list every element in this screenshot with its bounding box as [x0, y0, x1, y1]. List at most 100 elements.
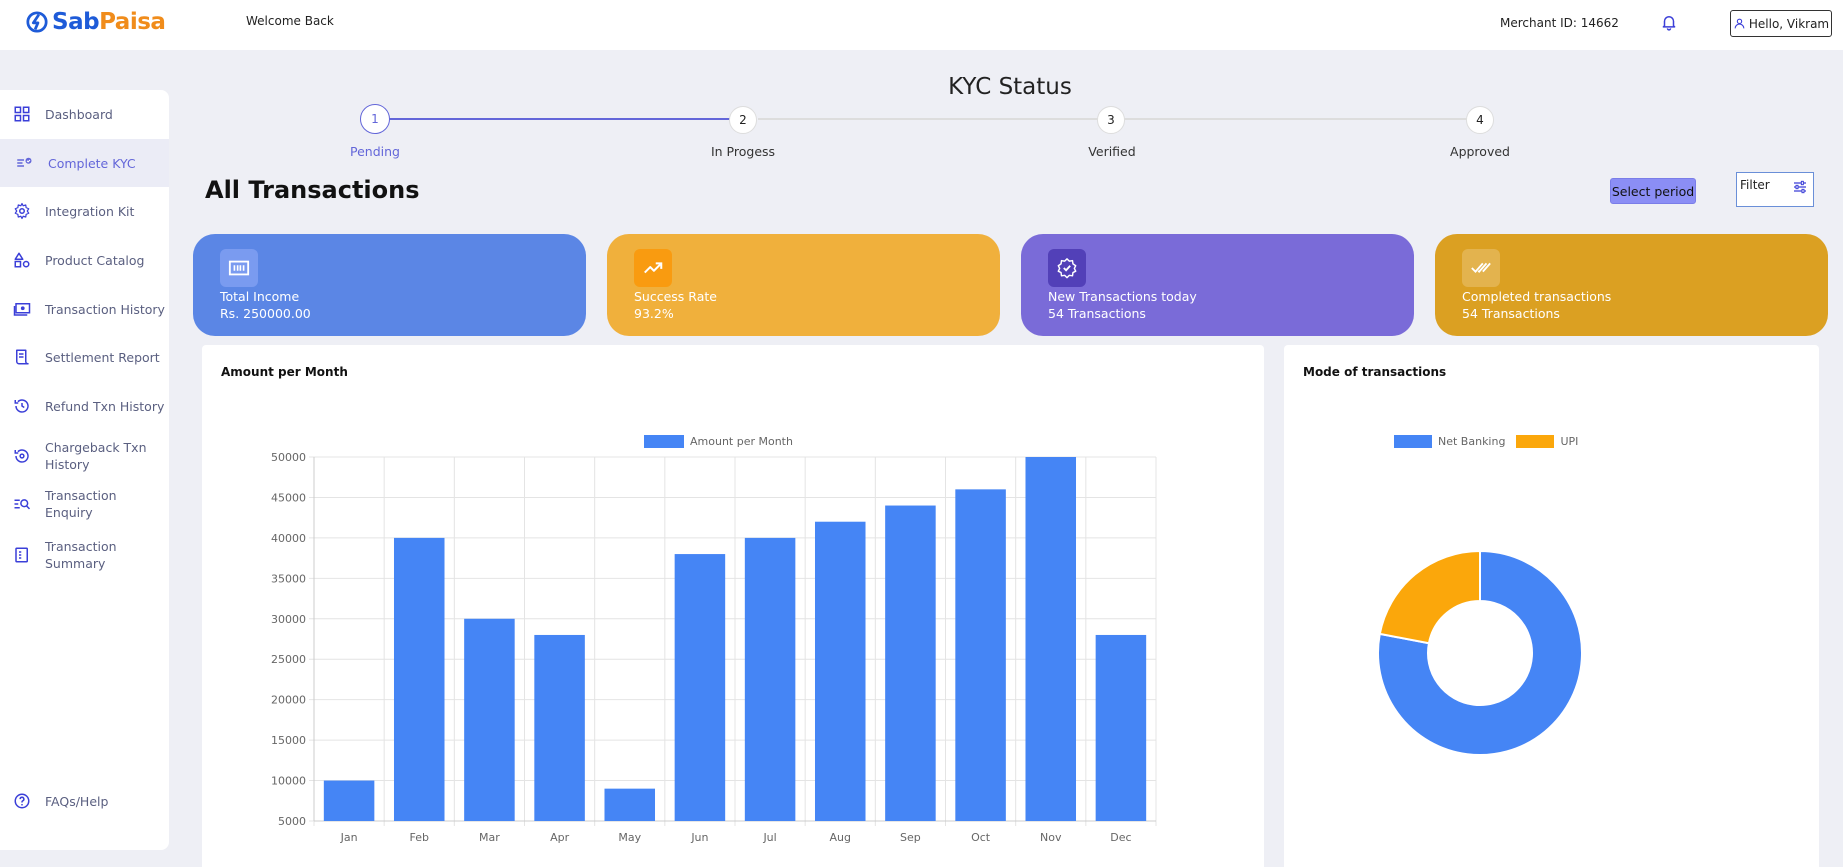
stat-card-total-income: Total Income Rs. 250000.00: [193, 234, 586, 336]
welcome-text: Welcome Back: [246, 14, 334, 28]
y-tick-label: 10000: [271, 775, 306, 788]
kyc-step-4: 4: [1466, 106, 1494, 134]
sidebar-item-label: Product Catalog: [45, 252, 145, 268]
bar-jul[interactable]: [744, 537, 796, 821]
bar-apr[interactable]: [534, 634, 585, 821]
user-icon: [1734, 18, 1745, 29]
summary-icon: [12, 545, 32, 565]
all-transactions-title: All Transactions: [205, 176, 420, 204]
merchant-id: Merchant ID: 14662: [1500, 16, 1619, 30]
receipt-icon: [12, 347, 32, 367]
x-tick-label: Nov: [1040, 831, 1062, 844]
kyc-step-1: 1: [360, 104, 390, 134]
stat-card-success-rate: Success Rate 93.2%: [607, 234, 1000, 336]
history-icon: [12, 396, 32, 416]
x-tick-label: Apr: [550, 831, 570, 844]
shapes-icon: [12, 250, 32, 270]
bar-jan[interactable]: [323, 780, 375, 821]
sidebar-item-label: FAQs/Help: [45, 793, 109, 809]
sidebar-item-chargeback-txn-history[interactable]: Chargeback Txn History: [0, 431, 169, 481]
help-icon: [12, 791, 32, 811]
sidebar-item-refund-txn-history[interactable]: Refund Txn History: [0, 382, 169, 430]
sidebar-item-transaction-enquiry[interactable]: Transaction Enquiry: [0, 480, 169, 528]
sabpaisa-logo[interactable]: SabPaisa: [26, 8, 166, 36]
kyc-step-label-pending: Pending: [350, 144, 400, 159]
user-menu-button[interactable]: Hello, Vikram: [1730, 10, 1832, 37]
y-tick-label: 35000: [271, 572, 306, 585]
stat-card-value: Rs. 250000.00: [220, 306, 311, 321]
grid-icon: [12, 104, 32, 124]
y-tick-label: 15000: [271, 734, 306, 747]
bar-aug[interactable]: [814, 521, 866, 821]
sidebar-item-faqs-help[interactable]: FAQs/Help: [0, 777, 169, 825]
bar-sep[interactable]: [885, 505, 936, 821]
y-tick-label: 40000: [271, 532, 306, 545]
stat-card-value: 93.2%: [634, 306, 674, 321]
money-icon: [220, 249, 258, 287]
x-tick-label: Dec: [1110, 831, 1131, 844]
slice-upi[interactable]: [1378, 549, 1481, 645]
sidebar-item-label: Integration Kit: [45, 203, 135, 219]
user-greeting: Hello, Vikram: [1748, 16, 1830, 31]
logo-text-sab: Sab: [52, 9, 100, 35]
y-tick-label: 25000: [271, 653, 306, 666]
kyc-status-title: KYC Status: [948, 74, 1072, 100]
sidebar-item-transaction-summary[interactable]: Transaction Summary: [0, 530, 169, 580]
filter-select[interactable]: Filter: [1736, 172, 1814, 207]
sidebar-item-label: Refund Txn History: [45, 398, 165, 414]
sidebar: Dashboard Complete KYC Integration Kit P…: [0, 90, 169, 850]
y-tick-label: 45000: [271, 491, 306, 504]
stat-card-value: 54 Transactions: [1048, 306, 1146, 321]
x-tick-label: Mar: [479, 831, 500, 844]
bar-oct[interactable]: [955, 489, 1006, 821]
sidebar-item-settlement-report[interactable]: Settlement Report: [0, 333, 169, 381]
kyc-step-2: 2: [729, 106, 757, 134]
gear-icon: [12, 201, 32, 221]
y-tick-label: 20000: [271, 694, 306, 707]
bar-nov[interactable]: [1025, 457, 1077, 821]
kyc-icon: [14, 153, 34, 173]
kyc-progress-line-done: [388, 118, 743, 120]
trend-up-icon: [634, 249, 672, 287]
stat-card-completed-transactions: Completed transactions 54 Transactions: [1435, 234, 1828, 336]
bar-may[interactable]: [604, 788, 656, 821]
sidebar-item-complete-kyc[interactable]: Complete KYC: [0, 139, 169, 187]
cash-icon: [12, 299, 32, 319]
x-tick-label: Aug: [830, 831, 851, 844]
sidebar-item-label: Settlement Report: [45, 349, 160, 365]
bar-dec[interactable]: [1095, 634, 1147, 821]
bar-mar[interactable]: [464, 618, 515, 821]
mode-of-transactions-panel: Mode of transactions Net Banking UPI: [1284, 345, 1819, 867]
kyc-step-label-in-progress: In Progess: [710, 144, 776, 159]
sidebar-item-product-catalog[interactable]: Product Catalog: [0, 236, 169, 284]
select-period-button[interactable]: Select period: [1610, 178, 1696, 204]
kyc-step-3: 3: [1097, 106, 1125, 134]
x-tick-label: May: [618, 831, 641, 844]
bar-jun[interactable]: [674, 554, 726, 821]
top-bar: SabPaisa Welcome Back Merchant ID: 14662…: [0, 0, 1843, 50]
verified-badge-icon: [1048, 249, 1086, 287]
amount-per-month-panel: Amount per Month Amount per Month 50000 4…: [202, 345, 1264, 867]
x-tick-label: Feb: [410, 831, 429, 844]
sidebar-item-label: Dashboard: [45, 106, 113, 122]
x-tick-label: Jul: [762, 831, 776, 844]
sidebar-item-transaction-history[interactable]: Transaction History: [0, 285, 169, 333]
y-tick-label: 50000: [271, 451, 306, 464]
sliders-icon: [1794, 180, 1806, 194]
stat-card-title: Total Income: [220, 289, 300, 304]
doughnut-chart: [1377, 549, 1583, 756]
chargeback-icon: [12, 446, 32, 466]
sidebar-item-label: Chargeback Txn History: [45, 440, 147, 472]
x-tick-label: Sep: [900, 831, 921, 844]
filter-label: Filter: [1740, 178, 1770, 192]
stat-card-title: Completed transactions: [1462, 289, 1612, 304]
x-tick-label: Jan: [340, 831, 358, 844]
stat-card-new-transactions: New Transactions today 54 Transactions: [1021, 234, 1414, 336]
sidebar-item-integration-kit[interactable]: Integration Kit: [0, 187, 169, 235]
x-tick-label: Jun: [690, 831, 708, 844]
y-tick-label: 30000: [271, 613, 306, 626]
bar-feb[interactable]: [393, 537, 445, 821]
double-check-icon: [1462, 249, 1500, 287]
bell-icon[interactable]: [1660, 13, 1678, 31]
x-tick-label: Oct: [971, 831, 991, 844]
